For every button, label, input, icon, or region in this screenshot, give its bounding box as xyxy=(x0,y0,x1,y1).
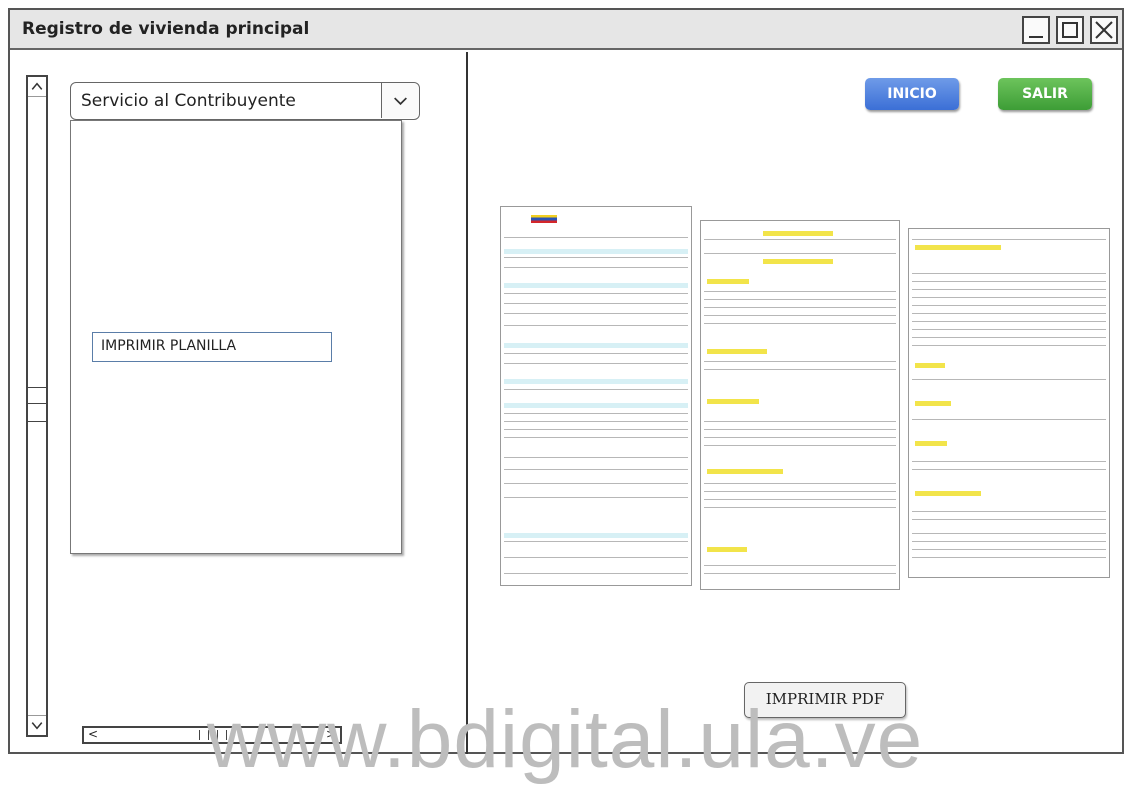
close-icon[interactable] xyxy=(1090,16,1118,44)
vertical-scrollbar[interactable] xyxy=(26,75,48,737)
form-page-3 xyxy=(908,228,1110,578)
dropdown-value: Servicio al Contribuyente xyxy=(81,91,296,111)
flag-logo xyxy=(531,215,557,223)
form-page-1 xyxy=(500,206,692,586)
title-bar: Registro de vivienda principal xyxy=(10,10,1122,50)
chevron-down-icon[interactable] xyxy=(381,83,419,118)
panel-divider xyxy=(466,52,468,754)
list-item-imprimir-planilla[interactable]: IMPRIMIR PLANILLA xyxy=(92,332,332,362)
salir-button[interactable]: SALIR xyxy=(998,78,1092,110)
window-title: Registro de vivienda principal xyxy=(22,19,310,39)
form-page-2 xyxy=(700,220,900,590)
maximize-icon[interactable] xyxy=(1056,16,1084,44)
chevron-up-icon[interactable] xyxy=(28,77,46,97)
inicio-button[interactable]: INICIO xyxy=(865,78,959,110)
minimize-icon[interactable] xyxy=(1022,16,1050,44)
watermark-text: www.bdigital.ula.ve xyxy=(206,694,924,785)
service-dropdown[interactable]: Servicio al Contribuyente xyxy=(70,82,420,120)
app-window: Registro de vivienda principal < > Servi… xyxy=(8,8,1124,754)
scroll-thumb[interactable] xyxy=(28,387,46,423)
